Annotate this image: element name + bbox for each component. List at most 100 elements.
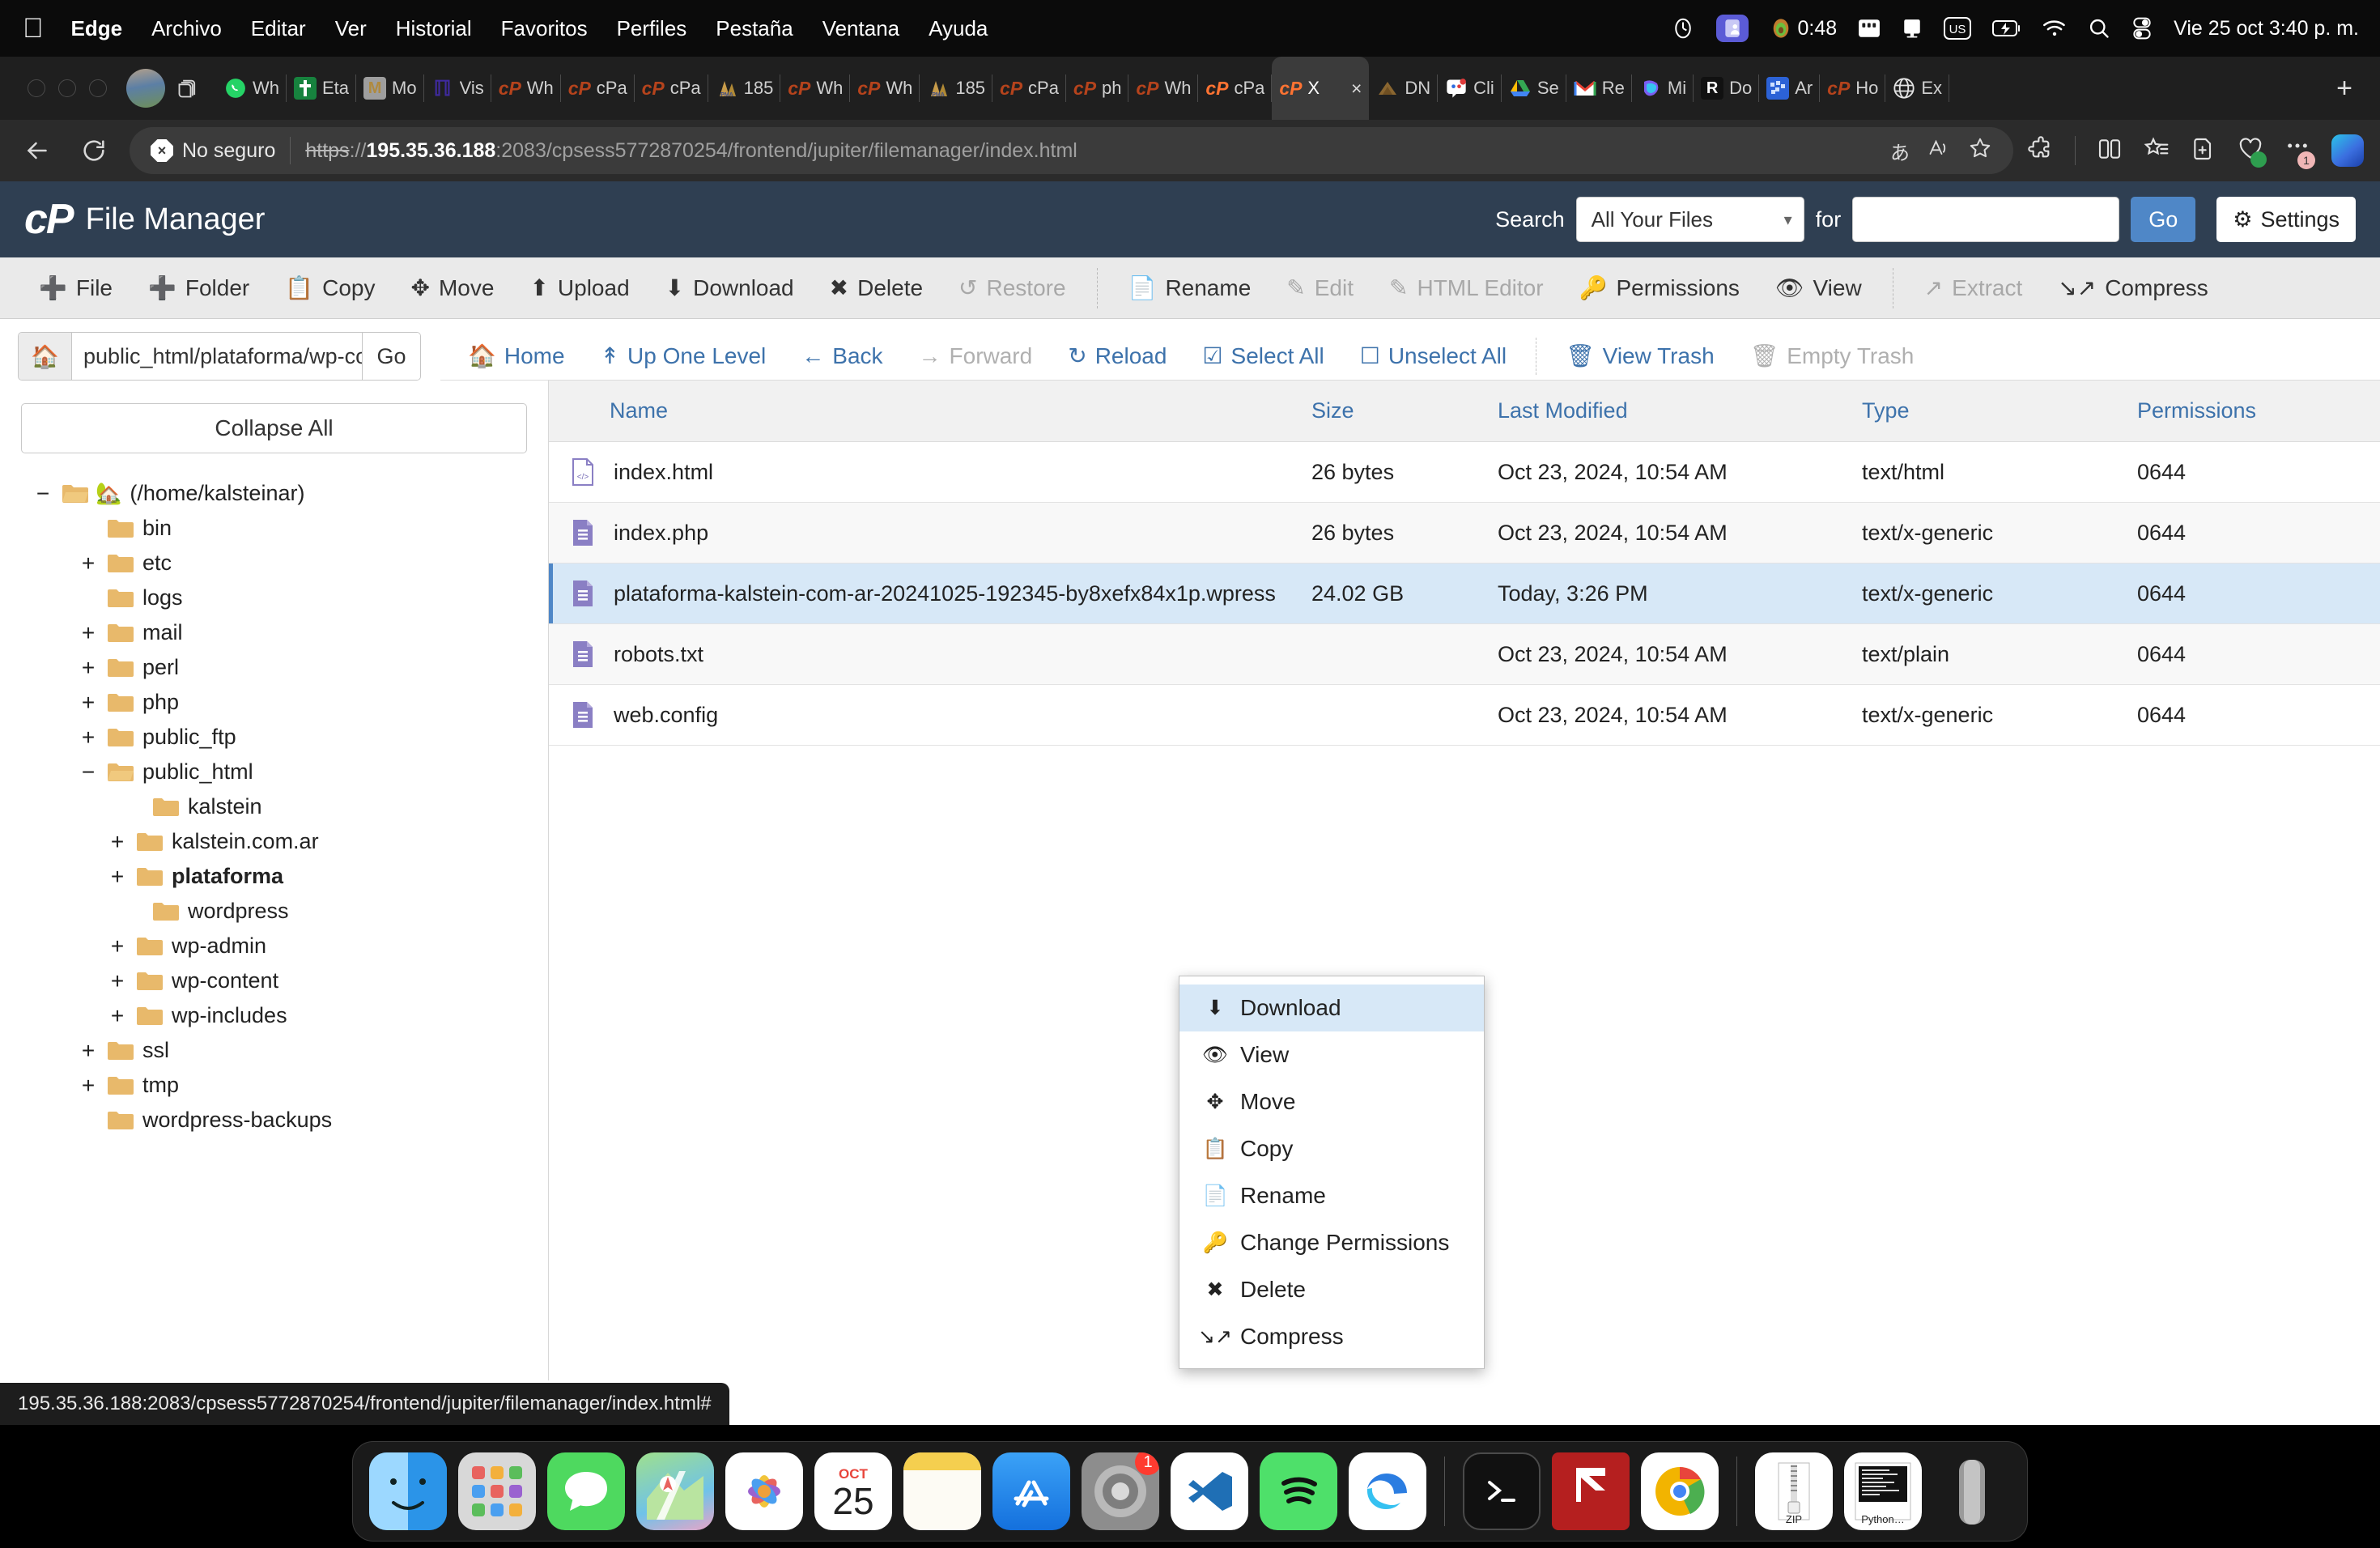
rename-button[interactable]: 📄 Rename (1111, 274, 1269, 301)
tab-24[interactable]: Ex (1885, 57, 1949, 120)
maximize-window-button[interactable] (89, 79, 107, 97)
close-icon[interactable]: × (1351, 78, 1362, 100)
tab-22[interactable]: Ar (1759, 57, 1821, 120)
tree-toggle-icon[interactable]: + (78, 690, 99, 716)
wifi-icon[interactable] (2042, 19, 2067, 38)
file-name[interactable]: robots.txt (614, 642, 703, 667)
tab-16[interactable]: DN (1369, 57, 1438, 120)
nav-view-trash-button[interactable]: 🗑 View Trash (1548, 342, 1732, 369)
tree-item-wp-includes[interactable]: + wp-includes (107, 998, 548, 1033)
display-icon[interactable] (1902, 18, 1923, 39)
file-name[interactable]: web.config (614, 703, 718, 728)
nav-select-all-button[interactable]: ☑ Select All (1184, 342, 1341, 369)
copy-button[interactable]: 📋 Copy (267, 274, 393, 301)
tab-8[interactable]: cP Wh (780, 57, 851, 120)
search-go-button[interactable]: Go (2131, 197, 2196, 242)
tree-toggle-icon[interactable]: − (78, 759, 99, 785)
tab-11[interactable]: cP cPa (992, 57, 1066, 120)
favorite-star-icon[interactable] (1968, 136, 1992, 166)
apple-logo-icon[interactable]:  (23, 15, 44, 42)
path-go-button[interactable]: Go (362, 333, 420, 380)
tree-item-perl[interactable]: + perl (78, 650, 548, 685)
tree-toggle-icon[interactable]: + (78, 551, 99, 576)
screen-mirroring-icon[interactable] (1716, 15, 1749, 42)
spotlight-search-icon[interactable] (2088, 17, 2110, 40)
tree-item-etc[interactable]: + etc (78, 546, 548, 580)
tree-item-wp-content[interactable]: + wp-content (107, 963, 548, 998)
context-menu-view[interactable]: 👁 View (1179, 1031, 1484, 1078)
table-row[interactable]: web.config Oct 23, 2024, 10:54 AM text/x… (549, 684, 2380, 746)
new-tab-button[interactable]: + (2322, 73, 2367, 104)
calendar-icon[interactable]: OCT 25 (814, 1452, 892, 1530)
tree-item-home[interactable]: − 🏡 (/home/kalsteinar) (32, 476, 548, 511)
tab-3[interactable]: ℿ Vis (424, 57, 491, 120)
nav-reload-button[interactable]: ↻ Reload (1050, 342, 1184, 369)
tab-10[interactable]: PMA 185 (920, 57, 992, 120)
tree-item-kalstein-com-ar[interactable]: + kalstein.com.ar (107, 824, 548, 859)
extensions-icon[interactable] (2028, 135, 2054, 166)
permissions-button[interactable]: 🔑 Permissions (1562, 274, 1757, 301)
tab-13[interactable]: cP Wh (1128, 57, 1199, 120)
copilot-icon[interactable] (2331, 134, 2364, 167)
profile-avatar[interactable] (126, 69, 165, 108)
messages-icon[interactable] (547, 1452, 625, 1530)
tab-0[interactable]: Wh (217, 57, 287, 120)
column-header-permissions[interactable]: Permissions (2137, 381, 2380, 442)
finder-icon[interactable] (369, 1452, 447, 1530)
photos-icon[interactable] (725, 1452, 803, 1530)
edge-icon[interactable] (1349, 1452, 1426, 1530)
app-store-icon[interactable] (992, 1452, 1070, 1530)
translate-icon[interactable]: あ (1890, 137, 1910, 165)
tree-item-public-ftp[interactable]: + public_ftp (78, 720, 548, 755)
nav-up-one-level-button[interactable]: ↟ Up One Level (583, 342, 784, 369)
tree-item-tmp[interactable]: + tmp (78, 1068, 548, 1103)
compress-button[interactable]: ↘↗ Compress (2040, 274, 2226, 301)
terminal-icon[interactable] (1463, 1452, 1541, 1530)
file-name[interactable]: index.html (614, 460, 713, 485)
column-header-type[interactable]: Type (1862, 381, 2137, 442)
control-center-clock-icon[interactable] (1671, 16, 1695, 40)
close-window-button[interactable] (28, 79, 45, 97)
tab-18[interactable]: Se (1502, 57, 1566, 120)
notes-icon[interactable] (903, 1452, 981, 1530)
collapse-all-button[interactable]: Collapse All (21, 403, 527, 453)
menu-item-edge[interactable]: Edge (71, 16, 123, 41)
browser-essentials-icon[interactable] (2238, 136, 2267, 168)
path-bar[interactable]: 🏠 public_html/plataforma/wp-co Go (18, 332, 421, 381)
column-header-modified[interactable]: Last Modified (1498, 381, 1862, 442)
nav-unselect-all-button[interactable]: ☐ Unselect All (1342, 342, 1524, 369)
menu-item-historial[interactable]: Historial (396, 16, 472, 41)
tree-item-wordpress[interactable]: wordpress (123, 894, 548, 929)
menu-item-ayuda[interactable]: Ayuda (929, 16, 988, 41)
context-menu-rename[interactable]: 📄 Rename (1179, 1172, 1484, 1219)
tab-active-filemanager[interactable]: cP X × (1272, 57, 1370, 120)
tab-21[interactable]: R Do (1694, 57, 1760, 120)
collections-icon[interactable] (2144, 136, 2170, 166)
menu-item-favoritos[interactable]: Favoritos (501, 16, 588, 41)
python-file-icon[interactable]: Python… (1844, 1452, 1922, 1530)
tree-item-public-html[interactable]: − public_html (78, 755, 548, 789)
menubar-clock[interactable]: Vie 25 oct 3:40 p. m. (2174, 17, 2359, 40)
back-button[interactable] (16, 130, 58, 172)
tab-9[interactable]: cP Wh (850, 57, 920, 120)
new-file-button[interactable]: ➕ File (21, 274, 130, 301)
tree-toggle-icon[interactable]: − (32, 481, 53, 507)
search-scope-select[interactable]: All Your Files ▾ (1575, 197, 1804, 242)
tab-17[interactable]: Cli (1438, 57, 1502, 120)
tree-toggle-icon[interactable]: + (78, 655, 99, 681)
launchpad-icon[interactable] (458, 1452, 536, 1530)
move-button[interactable]: ✥ Move (393, 274, 512, 301)
read-aloud-icon[interactable] (1927, 137, 1950, 165)
trash-icon[interactable] (1933, 1452, 2011, 1530)
keyboard-brightness-icon[interactable] (1858, 19, 1881, 38)
nav-home-button[interactable]: 🏠 Home (450, 342, 583, 369)
tab-23[interactable]: cP Ho (1820, 57, 1886, 120)
tree-toggle-icon[interactable]: + (107, 968, 128, 994)
menu-item-ver[interactable]: Ver (335, 16, 367, 41)
zip-file-icon[interactable]: ZIP (1755, 1452, 1833, 1530)
context-menu-copy[interactable]: 📋 Copy (1179, 1125, 1484, 1172)
settings-button[interactable]: ⚙ Settings (2216, 197, 2356, 242)
tab-search-icon[interactable] (176, 77, 199, 100)
url-omnibox[interactable]: × No seguro https://195.35.36.188:2083/c… (130, 127, 2013, 174)
split-screen-icon[interactable] (2097, 136, 2123, 166)
